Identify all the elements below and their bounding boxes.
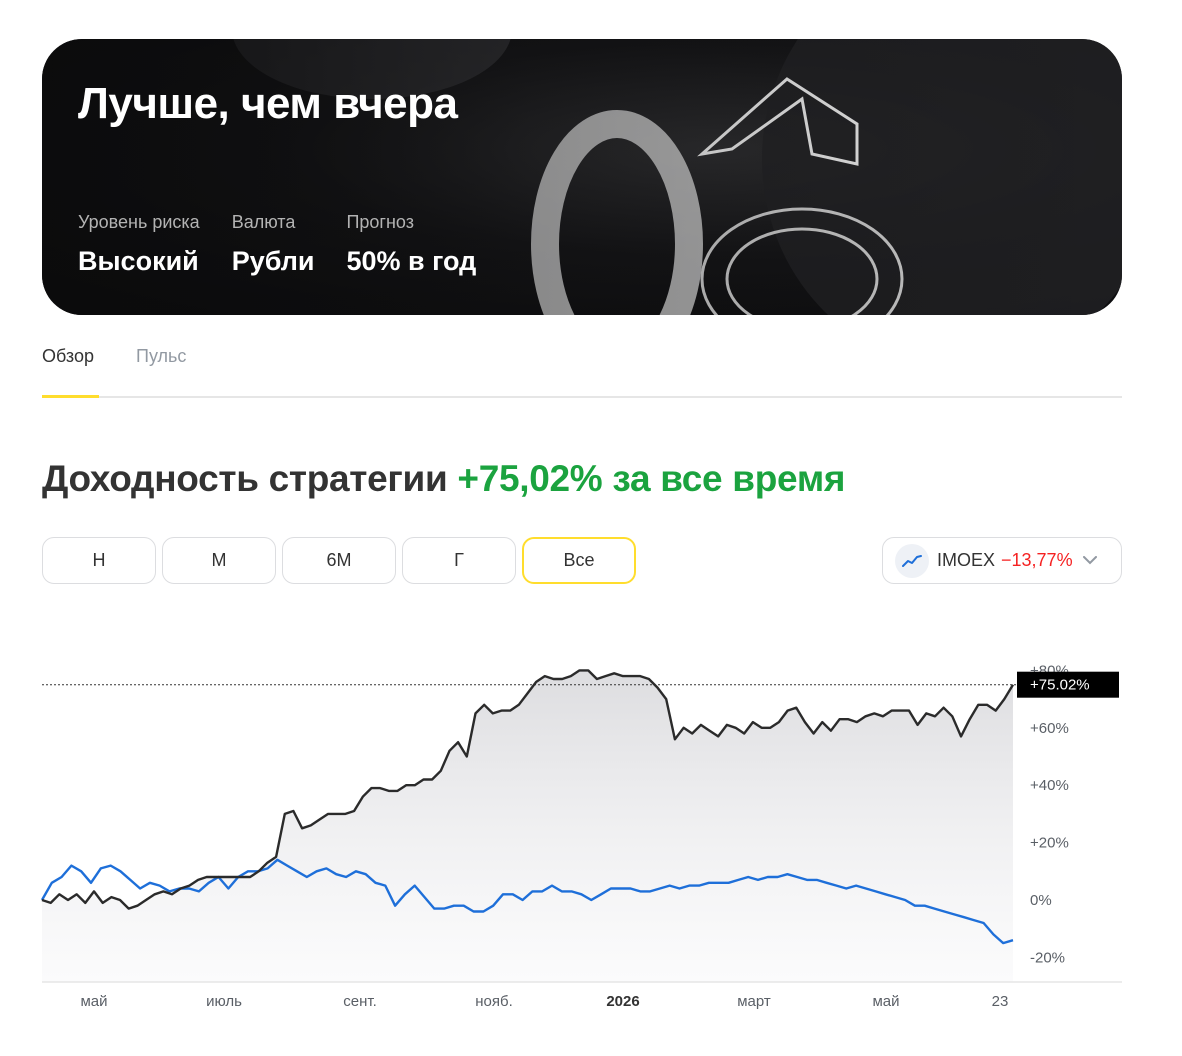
current-value-label: +75.02% <box>1030 677 1090 694</box>
period-all-button[interactable]: Все <box>522 537 636 584</box>
stat-value: Высокий <box>78 246 199 276</box>
strategy-title: Лучше, чем вчера <box>78 79 458 128</box>
x-tick-label: нояб. <box>475 993 513 1010</box>
strategy-area <box>42 670 1013 982</box>
strategy-stats: Уровень риска Высокий Валюта Рубли Прогн… <box>78 212 508 277</box>
x-tick-label: 2026 <box>606 993 639 1010</box>
benchmark-name: IMOEX <box>937 550 996 570</box>
period-week-button[interactable]: Н <box>42 537 156 584</box>
return-headline: Доходность стратегии +75,02% за все врем… <box>42 458 846 500</box>
chevron-down-icon <box>1082 556 1097 565</box>
x-tick-label: март <box>737 993 771 1010</box>
strategy-banner: Лучше, чем вчера Уровень риска Высокий В… <box>42 39 1122 315</box>
tab-pulse[interactable]: Пульс <box>136 346 186 398</box>
y-tick-label: +40% <box>1030 777 1069 794</box>
y-tick-label: -20% <box>1030 949 1065 966</box>
period-6m-button[interactable]: 6М <box>282 537 396 584</box>
stat-risk: Уровень риска Высокий <box>78 212 200 277</box>
x-tick-label: июль <box>206 993 242 1010</box>
tab-overview[interactable]: Обзор <box>42 346 99 398</box>
stat-forecast: Прогноз 50% в год <box>346 212 476 277</box>
return-chart[interactable]: +80%+60%+40%+20%0%-20% май июль сент. нояб.… <box>0 600 1182 1030</box>
x-tick-label: 23 <box>992 993 1009 1010</box>
y-tick-label: +60% <box>1030 720 1069 737</box>
x-tick-label: май <box>80 993 107 1010</box>
stat-label: Прогноз <box>346 212 414 232</box>
period-year-button[interactable]: Г <box>402 537 516 584</box>
stat-label: Уровень риска <box>78 212 200 232</box>
stat-value: 50% в год <box>346 246 477 276</box>
stat-label: Валюта <box>231 212 296 232</box>
y-tick-label: +20% <box>1030 835 1069 852</box>
trend-line-icon <box>895 543 929 578</box>
headline-prefix: Доходность стратегии <box>42 458 448 499</box>
x-tick-label: май <box>872 993 899 1010</box>
period-month-button[interactable]: М <box>162 537 276 584</box>
benchmark-select[interactable]: IMOEX −13,77% <box>882 537 1122 584</box>
total-return-value: +75,02% за все время <box>457 458 846 499</box>
stat-value: Рубли <box>231 246 315 276</box>
section-tabs: Обзор Пульс <box>42 330 1122 398</box>
y-tick-label: 0% <box>1030 892 1052 909</box>
x-tick-label: сент. <box>343 993 377 1010</box>
benchmark-return: −13,77% <box>1001 550 1073 570</box>
stat-currency: Валюта Рубли <box>232 212 315 277</box>
